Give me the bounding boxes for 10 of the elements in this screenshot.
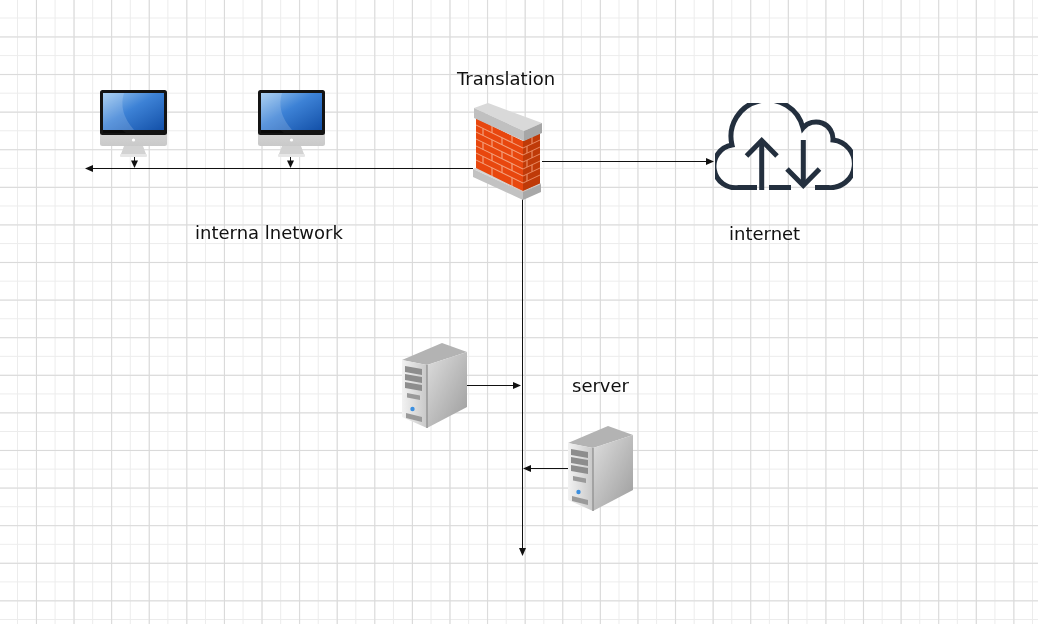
monitor-icon bbox=[100, 90, 167, 157]
server-icon bbox=[402, 343, 467, 428]
node-label: interna lnetwork bbox=[195, 222, 343, 244]
node-label: Translation bbox=[457, 68, 556, 90]
node-label: internet bbox=[729, 223, 801, 245]
node-label: server bbox=[572, 375, 629, 397]
monitor-icon bbox=[258, 90, 325, 157]
cloud-arrows-icon bbox=[715, 103, 853, 190]
brick-wall-icon bbox=[473, 103, 542, 200]
server-icon bbox=[568, 426, 633, 511]
